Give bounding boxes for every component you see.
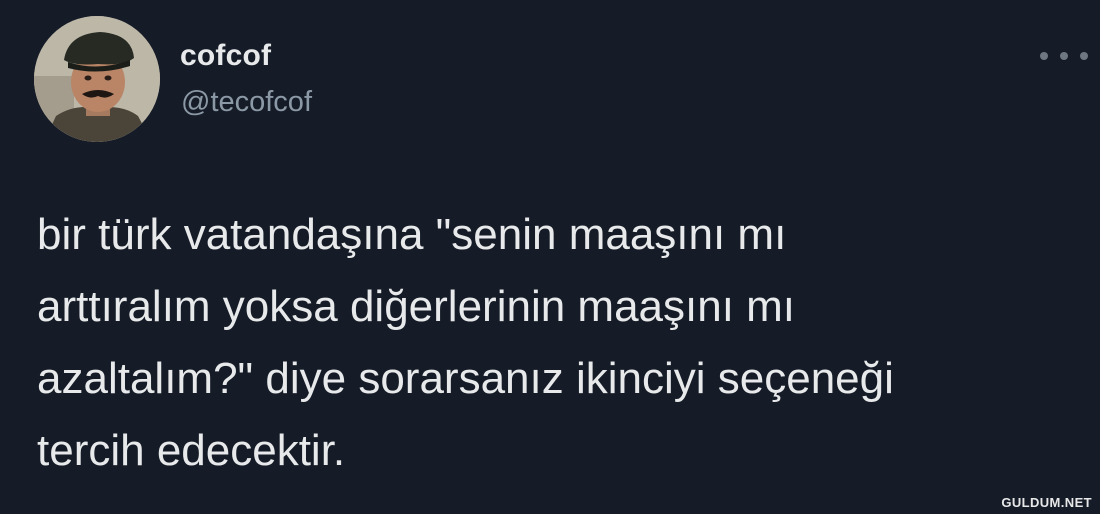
tweet-text: bir türk vatandaşına "senin maaşını mı a… — [37, 210, 894, 475]
dot-icon — [1080, 52, 1088, 60]
tweet-card: cofcof @tecofcof bir türk vatandaşına "s… — [0, 0, 1100, 514]
profile-photo-icon — [34, 16, 160, 142]
author-avatar[interactable] — [34, 16, 160, 142]
dot-icon — [1040, 52, 1048, 60]
dot-icon — [1060, 52, 1068, 60]
author-handle[interactable]: @tecofcof — [181, 84, 312, 120]
watermark: GULDUM.NET — [1001, 495, 1092, 510]
more-options-icon[interactable] — [1040, 44, 1088, 68]
author-display-name[interactable]: cofcof — [180, 38, 271, 74]
